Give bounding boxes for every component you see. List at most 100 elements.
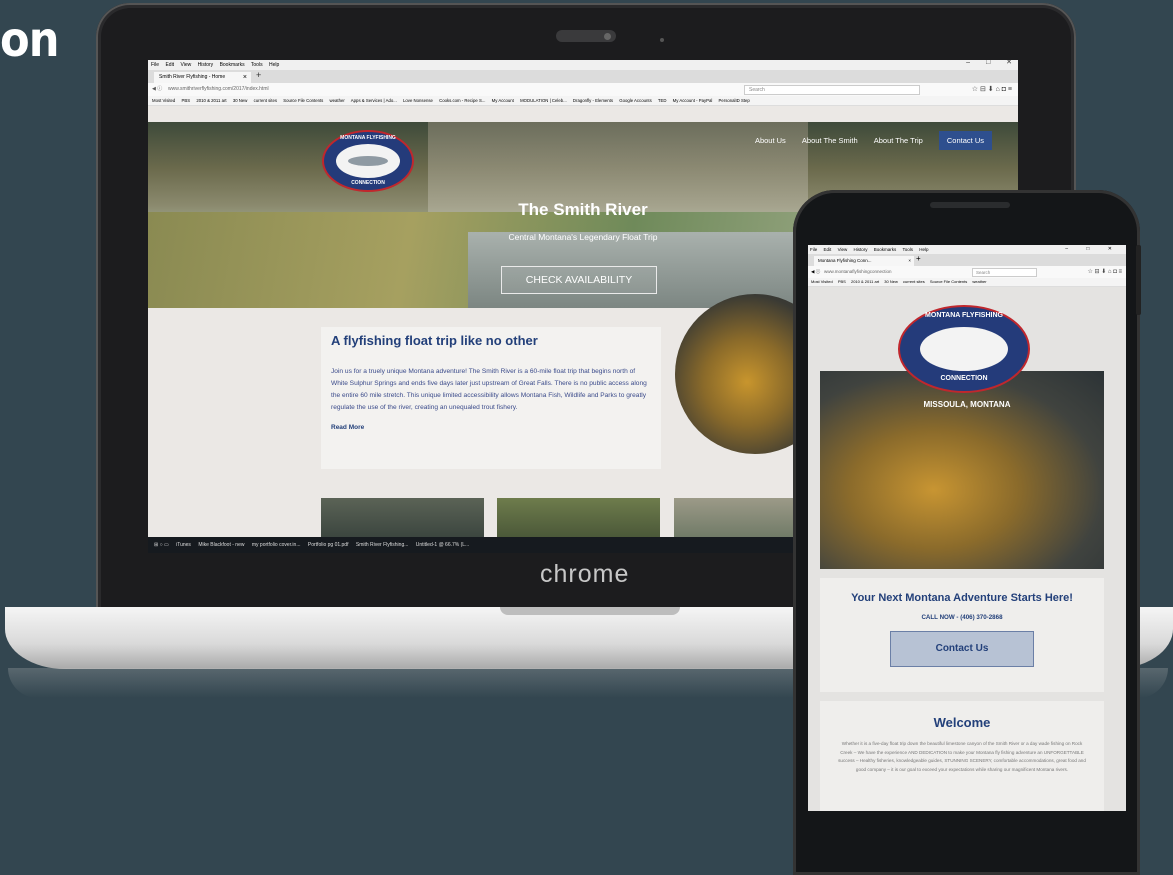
nav-about-the-smith[interactable]: About The Smith bbox=[802, 136, 858, 145]
site-logo[interactable]: MONTANA FLYFISHING CONNECTION bbox=[322, 130, 414, 192]
bookmark-item[interactable]: TED bbox=[658, 98, 667, 103]
bookmark-item[interactable]: PersonalID Step bbox=[719, 98, 750, 103]
bookmark-item[interactable]: 2010 & 2011 art bbox=[196, 98, 226, 103]
bookmark-item[interactable]: Apps & Services | Ado... bbox=[351, 98, 397, 103]
bookmark-item[interactable]: 30 New bbox=[884, 279, 898, 284]
taskbar-item[interactable]: Untitled-1 @ 66.7% (L... bbox=[416, 542, 469, 548]
taskbar-item[interactable]: iTunes bbox=[176, 542, 191, 548]
browser-tab[interactable]: Smith River Flyfishing - Home × bbox=[154, 72, 251, 83]
bookmark-item[interactable]: PBS bbox=[182, 98, 191, 103]
bookmark-item[interactable]: MODULATION | Celeb... bbox=[520, 98, 567, 103]
new-tab-icon[interactable]: + bbox=[916, 254, 921, 263]
intro-body: Join us for a truely unique Montana adve… bbox=[331, 368, 647, 411]
laptop-brand: chrome bbox=[540, 560, 630, 588]
bookmark-item[interactable]: Most Visited bbox=[152, 98, 175, 103]
menu-tools[interactable]: Tools bbox=[902, 247, 913, 252]
read-more-link[interactable]: Read More bbox=[331, 424, 651, 431]
logo-top-text: MONTANA FLYFISHING bbox=[925, 312, 1003, 319]
browser-tabbar: – □ ✕ Smith River Flyfishing - Home × + bbox=[148, 60, 1018, 83]
nav-contact-us[interactable]: Contact Us bbox=[938, 131, 992, 150]
new-tab-icon[interactable]: + bbox=[256, 70, 261, 80]
tab-close-icon[interactable]: × bbox=[908, 256, 911, 266]
menu-bookmarks[interactable]: Bookmarks bbox=[874, 247, 897, 252]
menu-view[interactable]: View bbox=[838, 247, 848, 252]
logo-top-text: MONTANA FLYFISHING bbox=[340, 135, 396, 141]
menu-history[interactable]: History bbox=[854, 247, 868, 252]
tab-close-icon[interactable]: × bbox=[243, 72, 247, 83]
contact-us-button[interactable]: Contact Us bbox=[890, 631, 1034, 667]
nav-about-us[interactable]: About Us bbox=[755, 136, 786, 145]
phone-address-bar[interactable]: ◀ ⓘ www.montanaflyfishingconnection Sear… bbox=[808, 266, 1126, 278]
logo-bottom-text: CONNECTION bbox=[940, 375, 988, 382]
maximize-icon[interactable]: □ bbox=[1086, 246, 1089, 252]
welcome-title: Welcome bbox=[933, 715, 991, 730]
taskbar-item[interactable]: Portfolio pg 01.pdf bbox=[308, 542, 349, 548]
laptop-sensor bbox=[660, 38, 664, 42]
location-label: MISSOULA, MONTANA bbox=[923, 400, 1011, 409]
window-controls: – □ ✕ bbox=[952, 60, 1012, 66]
bookmark-item[interactable]: Source File Contents bbox=[930, 279, 967, 284]
phone-site-logo[interactable]: MONTANA FLYFISHING CONNECTION bbox=[898, 305, 1030, 393]
menu-edit[interactable]: Edit bbox=[824, 247, 832, 252]
taskbar-item[interactable]: Mike Blackfoot - new bbox=[198, 542, 244, 548]
welcome-card: Welcome Whether it is a five-day float t… bbox=[820, 701, 1104, 811]
laptop-camera bbox=[604, 33, 611, 40]
bookmark-item[interactable]: current sites bbox=[903, 279, 925, 284]
bookmark-item[interactable]: 30 New bbox=[233, 98, 248, 103]
welcome-body: Whether it is a five-day float trip down… bbox=[838, 741, 1086, 772]
browser-tab[interactable]: Montana Flyfishing Conn... × bbox=[814, 256, 914, 266]
url-text[interactable]: www.smithriverflyfishing.com/2017/index.… bbox=[168, 83, 269, 96]
menu-help[interactable]: Help bbox=[919, 247, 928, 252]
search-input[interactable]: Search bbox=[972, 268, 1037, 277]
bookmarks-bar: Most Visited PBS 2010 & 2011 art 30 New … bbox=[148, 96, 1018, 106]
bookmark-item[interactable]: weather bbox=[330, 98, 345, 103]
back-icon[interactable]: ◀ ⓘ bbox=[811, 266, 820, 278]
tab-title: Montana Flyfishing Conn... bbox=[818, 258, 872, 263]
menu-help[interactable]: Help bbox=[269, 62, 279, 68]
bookmark-item[interactable]: Dragonfly - Elements bbox=[573, 98, 613, 103]
phone-speaker bbox=[930, 202, 1010, 208]
bookmark-item[interactable]: Google Accounts bbox=[619, 98, 652, 103]
bookmark-item[interactable]: My Account bbox=[492, 98, 514, 103]
start-icon[interactable]: ⊞ ○ ▭ bbox=[154, 542, 169, 548]
bookmark-item[interactable]: Love Nonsense bbox=[403, 98, 433, 103]
phone-side-button bbox=[1136, 245, 1141, 315]
menu-bookmarks[interactable]: Bookmarks bbox=[220, 62, 245, 68]
phone-bookmarks-bar: Most Visited PBS 2010 & 2011 art 30 New … bbox=[808, 278, 1126, 287]
minimize-icon[interactable]: – bbox=[1065, 246, 1068, 252]
check-availability-button[interactable]: CHECK AVAILABILITY bbox=[501, 266, 657, 294]
menu-view[interactable]: View bbox=[180, 62, 191, 68]
bookmark-item[interactable]: Cooks.com - Recipe S... bbox=[439, 98, 485, 103]
close-window-icon[interactable]: ✕ bbox=[1006, 60, 1012, 66]
logo-bottom-text: CONNECTION bbox=[351, 180, 385, 186]
search-input[interactable]: Search bbox=[744, 85, 920, 95]
menu-edit[interactable]: Edit bbox=[165, 62, 174, 68]
close-window-icon[interactable]: ✕ bbox=[1108, 246, 1112, 252]
call-now-text[interactable]: CALL NOW - (406) 370-2868 bbox=[820, 614, 1104, 621]
menu-file[interactable]: File bbox=[810, 247, 817, 252]
bookmark-item[interactable]: Most Visited bbox=[811, 279, 833, 284]
menu-history[interactable]: History bbox=[198, 62, 214, 68]
toolbar-icons[interactable]: ☆ ⊟ ⬇ ⌂ ◘ ≡ bbox=[972, 83, 1012, 96]
nav-about-the-trip[interactable]: About The Trip bbox=[874, 136, 923, 145]
menu-tools[interactable]: Tools bbox=[251, 62, 263, 68]
url-text[interactable]: www.montanaflyfishingconnection bbox=[824, 266, 892, 278]
bookmark-item[interactable]: My Account - PayPal bbox=[673, 98, 713, 103]
bookmark-item[interactable]: weather bbox=[972, 279, 986, 284]
toolbar-icons[interactable]: ☆ ⊟ ⬇ ⌂ ◘ ≡ bbox=[1087, 266, 1122, 278]
back-icon[interactable]: ◀ ⓘ bbox=[152, 83, 162, 96]
bookmark-item[interactable]: current sites bbox=[254, 98, 277, 103]
bookmark-item[interactable]: PBS bbox=[838, 279, 846, 284]
bookmark-item[interactable]: 2010 & 2011 art bbox=[851, 279, 879, 284]
intro-title: A flyfishing float trip like no other bbox=[331, 333, 538, 348]
maximize-icon[interactable]: □ bbox=[986, 60, 990, 66]
bookmark-item[interactable]: Source File Contents bbox=[283, 98, 323, 103]
address-bar[interactable]: ◀ ⓘ www.smithriverflyfishing.com/2017/in… bbox=[148, 83, 1018, 96]
phone-browser-tabbar: Montana Flyfishing Conn... × + bbox=[808, 254, 1126, 266]
logo-fish-emblem bbox=[920, 327, 1008, 371]
phone-browser-menubar: File Edit View History Bookmarks Tools H… bbox=[808, 245, 1126, 254]
taskbar-item[interactable]: my portfolio cover.in... bbox=[252, 542, 301, 548]
minimize-icon[interactable]: – bbox=[966, 60, 970, 66]
menu-file[interactable]: File bbox=[151, 62, 159, 68]
taskbar-item[interactable]: Smith River Flyfishing... bbox=[356, 542, 409, 548]
